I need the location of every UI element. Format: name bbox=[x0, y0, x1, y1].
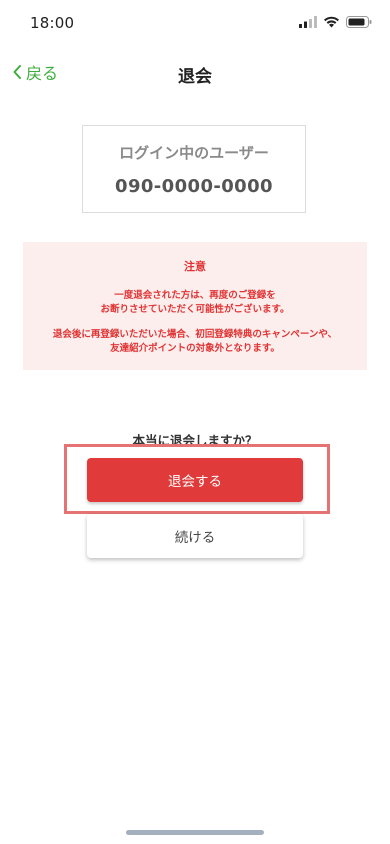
continue-button[interactable]: 続ける bbox=[87, 514, 303, 558]
logged-in-user-card: ログイン中のユーザー 090-0000-0000 bbox=[82, 125, 306, 213]
withdraw-button[interactable]: 退会する bbox=[87, 458, 303, 502]
wifi-icon bbox=[324, 16, 339, 28]
cellular-signal-icon bbox=[299, 16, 317, 28]
navigation-bar: 戻る 退会 bbox=[0, 52, 390, 92]
page-title: 退会 bbox=[178, 67, 212, 87]
user-card-label: ログイン中のユーザー bbox=[119, 144, 269, 162]
status-icons bbox=[299, 16, 372, 28]
home-indicator bbox=[126, 830, 264, 835]
notice-title: 注意 bbox=[184, 260, 206, 273]
user-phone-number: 090-0000-0000 bbox=[115, 176, 273, 197]
notice-line-2: お断りさせていただく可能性がございます。 bbox=[100, 304, 290, 315]
notice-line-3: 退会後に再登録いただいた場合、初回登録特典のキャンペーンや、 bbox=[52, 329, 338, 340]
status-time: 18:00 bbox=[30, 14, 75, 32]
status-bar: 18:00 bbox=[0, 0, 390, 44]
battery-icon bbox=[346, 16, 372, 28]
notice-line-1: 一度退会された方は、再度のご登録を bbox=[114, 290, 276, 301]
notice-line-4: 友達紹介ポイントの対象外となります。 bbox=[110, 343, 280, 354]
notice-box: 注意 一度退会された方は、再度のご登録を お断りさせていただく可能性がございます… bbox=[23, 242, 367, 370]
